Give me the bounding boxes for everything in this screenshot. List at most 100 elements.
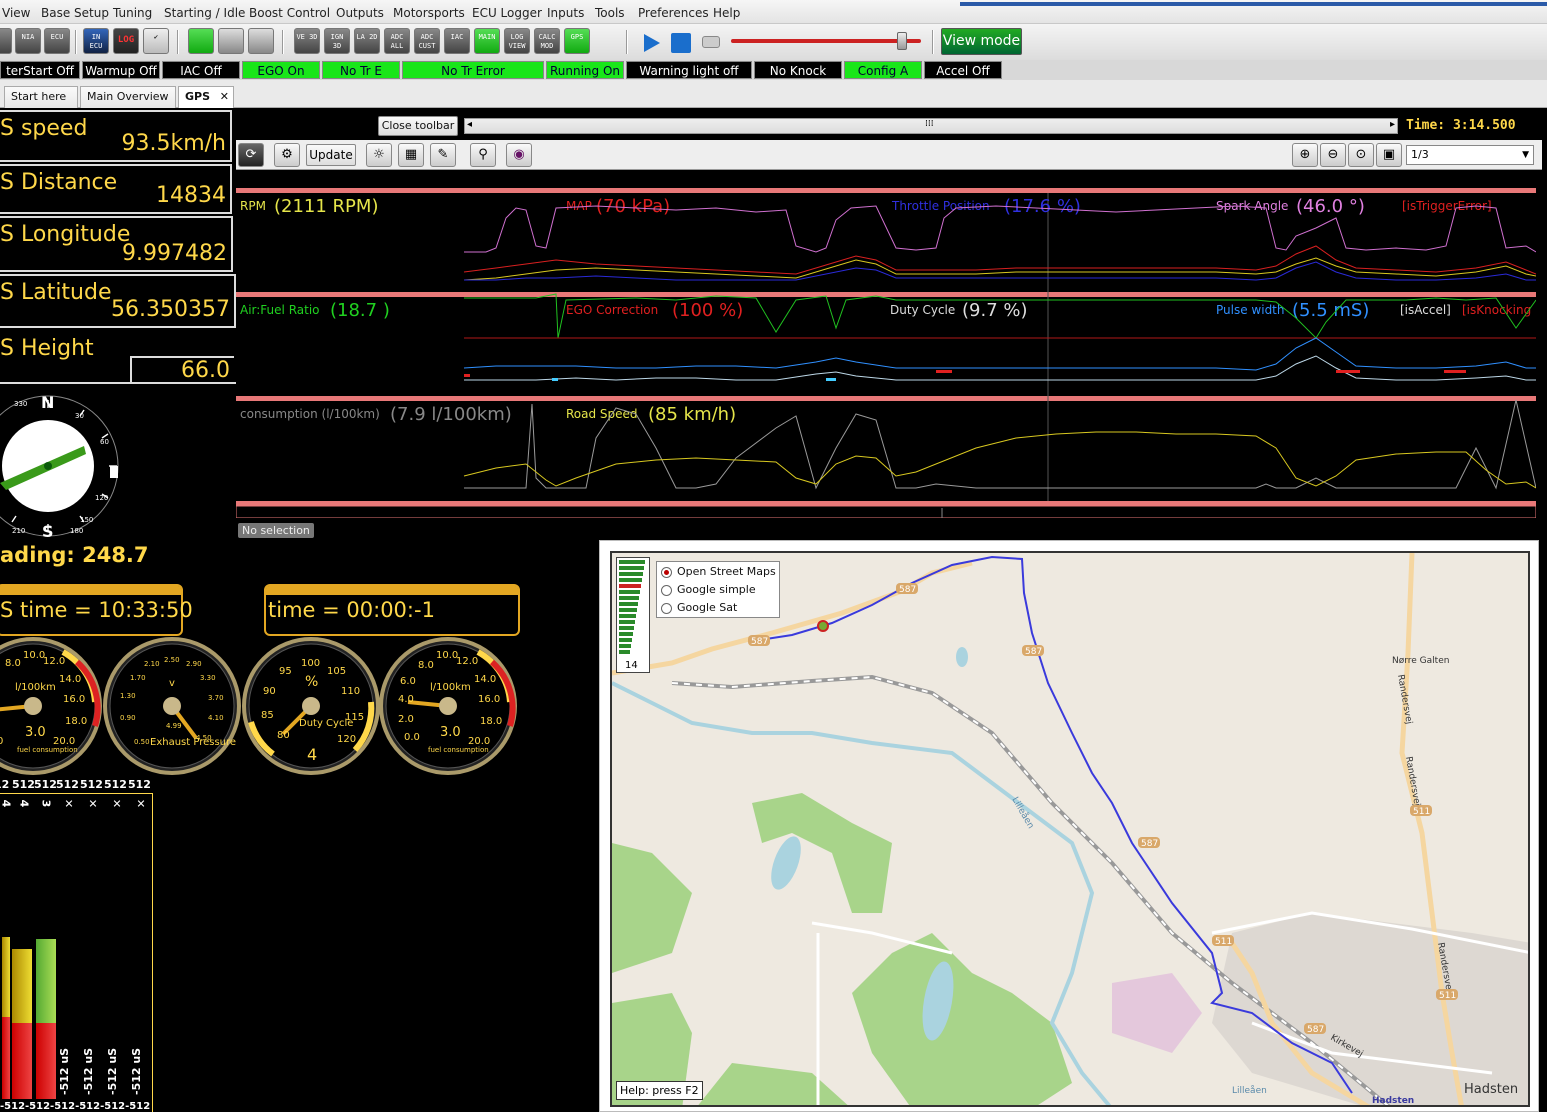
tab-gps[interactable]: GPS ✕ (178, 86, 234, 109)
nia-button[interactable]: NIA (15, 28, 41, 54)
injector-top-value: 12 (0, 778, 10, 791)
compass-tick: 210 (12, 527, 25, 535)
zoom-tick (619, 650, 630, 654)
gauge-tick: 10.0 (23, 650, 45, 661)
layer-google-sat[interactable]: Google Sat (661, 599, 737, 616)
road-number: 587 (1141, 839, 1158, 849)
place-label: Hadsten (1372, 1096, 1414, 1106)
status-warmup: Warmup Off (82, 61, 160, 79)
close-toolbar-button[interactable]: Close toolbar (378, 116, 458, 136)
menu-preferences[interactable]: Preferences (638, 6, 709, 20)
chart-icon[interactable]: ▦ (398, 143, 424, 167)
gear-icon[interactable]: ☼ (366, 143, 392, 167)
log-view-button[interactable]: LOG VIEW (504, 28, 530, 54)
log-scrollbar[interactable]: ◂ ⁞⁞⁞ ▸ (464, 118, 1398, 134)
iac-button[interactable]: IAC (444, 28, 470, 54)
zoom-out-icon[interactable]: ⊖ (1320, 143, 1346, 167)
close-icon[interactable]: ✕ (220, 87, 229, 107)
gauge-tick: 18.0 (65, 716, 87, 727)
injector-bottom-value: -512 uS (106, 1047, 119, 1095)
map-canvas[interactable]: Nørre Galten Randersvej Randersvej Rande… (612, 553, 1530, 1107)
refresh-icon[interactable]: ⟳ (238, 143, 264, 167)
menu-ecu-logger[interactable]: ECU Logger (472, 6, 542, 20)
menu-motorsports[interactable]: Motorsports (393, 6, 465, 20)
menu-starting-idle[interactable]: Starting / Idle (164, 6, 245, 20)
adc-cust-button[interactable]: ADC CUST (414, 28, 440, 54)
status-bar: terStart Off Warmup Off IAC Off EGO On N… (0, 60, 1547, 80)
zoom-fit-icon[interactable]: ⊙ (1348, 143, 1374, 167)
place-label: Hadsten (1464, 1082, 1518, 1097)
compass-tick: 330 (14, 400, 27, 408)
layer-open-street-maps[interactable]: Open Street Maps (661, 563, 776, 580)
save-icon[interactable]: ▣ (1376, 143, 1402, 167)
knock-label: [isKnocking (1462, 303, 1531, 317)
injector-top-value: 512 (56, 778, 79, 791)
play-icon[interactable] (640, 32, 662, 54)
stop-icon[interactable] (671, 33, 691, 53)
log-button[interactable]: LOG (113, 28, 139, 54)
in-ecu-button[interactable]: IN ECU (83, 28, 109, 54)
road-number: 511 (1439, 991, 1456, 1001)
gps-button[interactable]: GPS (564, 28, 590, 54)
fuel-consumption-gauge-2: 0.0 2.0 4.0 6.0 8.0 10.0 12.0 14.0 16.0 … (379, 637, 517, 775)
menu-tuning[interactable]: Tuning (113, 6, 152, 20)
zoom-slider[interactable]: 14 (616, 557, 650, 673)
view-mode-button[interactable]: View mode (941, 28, 1022, 55)
pw-value: (5.5 mS) (1292, 300, 1369, 321)
playback-slider-knob[interactable] (897, 32, 907, 50)
toolbar-separator (626, 30, 628, 54)
ign-3d-button[interactable]: IGN 3D (324, 28, 350, 54)
tab-main-overview[interactable]: Main Overview (80, 86, 176, 108)
road-number: 587 (899, 585, 916, 595)
injector-top-value: 512 (80, 778, 103, 791)
chart-toolbar: ⟳ ⚙ Update ☼ ▦ ✎ ⚲ ◉ ⊕ ⊖ ⊙ ▣ 1/3 ▼ (236, 140, 1542, 170)
zoom-in-icon[interactable]: ⊕ (1292, 143, 1318, 167)
toolbar-edge-button[interactable] (0, 28, 12, 54)
menu-view[interactable]: View (2, 6, 30, 20)
compass-tick: 180 (70, 527, 83, 535)
menu-inputs[interactable]: Inputs (547, 6, 584, 20)
gps-longitude-value: 9.997482 (122, 241, 227, 266)
menu-boost-control[interactable]: Boost Control (249, 6, 330, 20)
adc-all-button[interactable]: ADC ALL (384, 28, 410, 54)
settings-icon[interactable]: ⚙ (274, 143, 300, 167)
main-toolbar: NIA ECU IN ECU LOG ✔ VE 3D IGN 3D LA 2D … (0, 24, 1547, 60)
toolbar-separator (177, 30, 179, 54)
edit-icon[interactable]: ✎ (430, 143, 456, 167)
calc-mod-button[interactable]: CALC MOD (534, 28, 560, 54)
search-icon[interactable]: ⚲ (470, 143, 496, 167)
gauge-tick: 0 (0, 736, 3, 747)
compass-tick: 120 (95, 494, 108, 502)
zoom-tick (619, 572, 643, 576)
page-select[interactable]: 1/3 ▼ (1406, 145, 1534, 165)
main-button[interactable]: MAIN (474, 28, 500, 54)
place-label: Randersvej (1395, 674, 1414, 725)
engine-icon[interactable] (188, 28, 214, 54)
menu-base-setup[interactable]: Base Setup (41, 6, 109, 20)
marker-icon[interactable]: ◉ (506, 143, 532, 167)
exhaust-pressure-gauge: 0.50 0.90 1.30 1.70 2.10 2.50 2.90 3.30 … (103, 637, 241, 775)
menu-outputs[interactable]: Outputs (336, 6, 384, 20)
wrench-icon[interactable] (218, 28, 244, 54)
menu-tools[interactable]: Tools (595, 6, 625, 20)
road-number: 587 (1307, 1025, 1324, 1035)
check-button[interactable]: ✔ (143, 28, 169, 54)
menu-help[interactable]: Help (713, 6, 740, 20)
playback-slider[interactable] (731, 39, 921, 43)
la-2d-button[interactable]: LA 2D (354, 28, 380, 54)
update-button[interactable]: Update (306, 144, 356, 166)
injector-bottom-value: -512 uS (58, 1047, 71, 1095)
status-running: Running On (546, 61, 624, 79)
injector-bottom-value: -512 uS (130, 1047, 143, 1095)
tab-start-here[interactable]: Start here (4, 86, 78, 108)
layer-google-simple[interactable]: Google simple (661, 581, 756, 598)
gps-height-box: S Height 66.0 (0, 332, 236, 384)
tools-icon[interactable] (248, 28, 274, 54)
record-icon[interactable] (702, 36, 720, 48)
ve-3d-button[interactable]: VE 3D (294, 28, 320, 54)
radio-icon (661, 584, 672, 596)
ecu-button[interactable]: ECU (44, 28, 70, 54)
vehicle-position-marker[interactable] (817, 620, 829, 632)
gps-map[interactable]: Nørre Galten Randersvej Randersvej Rande… (610, 551, 1530, 1107)
gauge-tick: 6.0 (400, 676, 416, 687)
